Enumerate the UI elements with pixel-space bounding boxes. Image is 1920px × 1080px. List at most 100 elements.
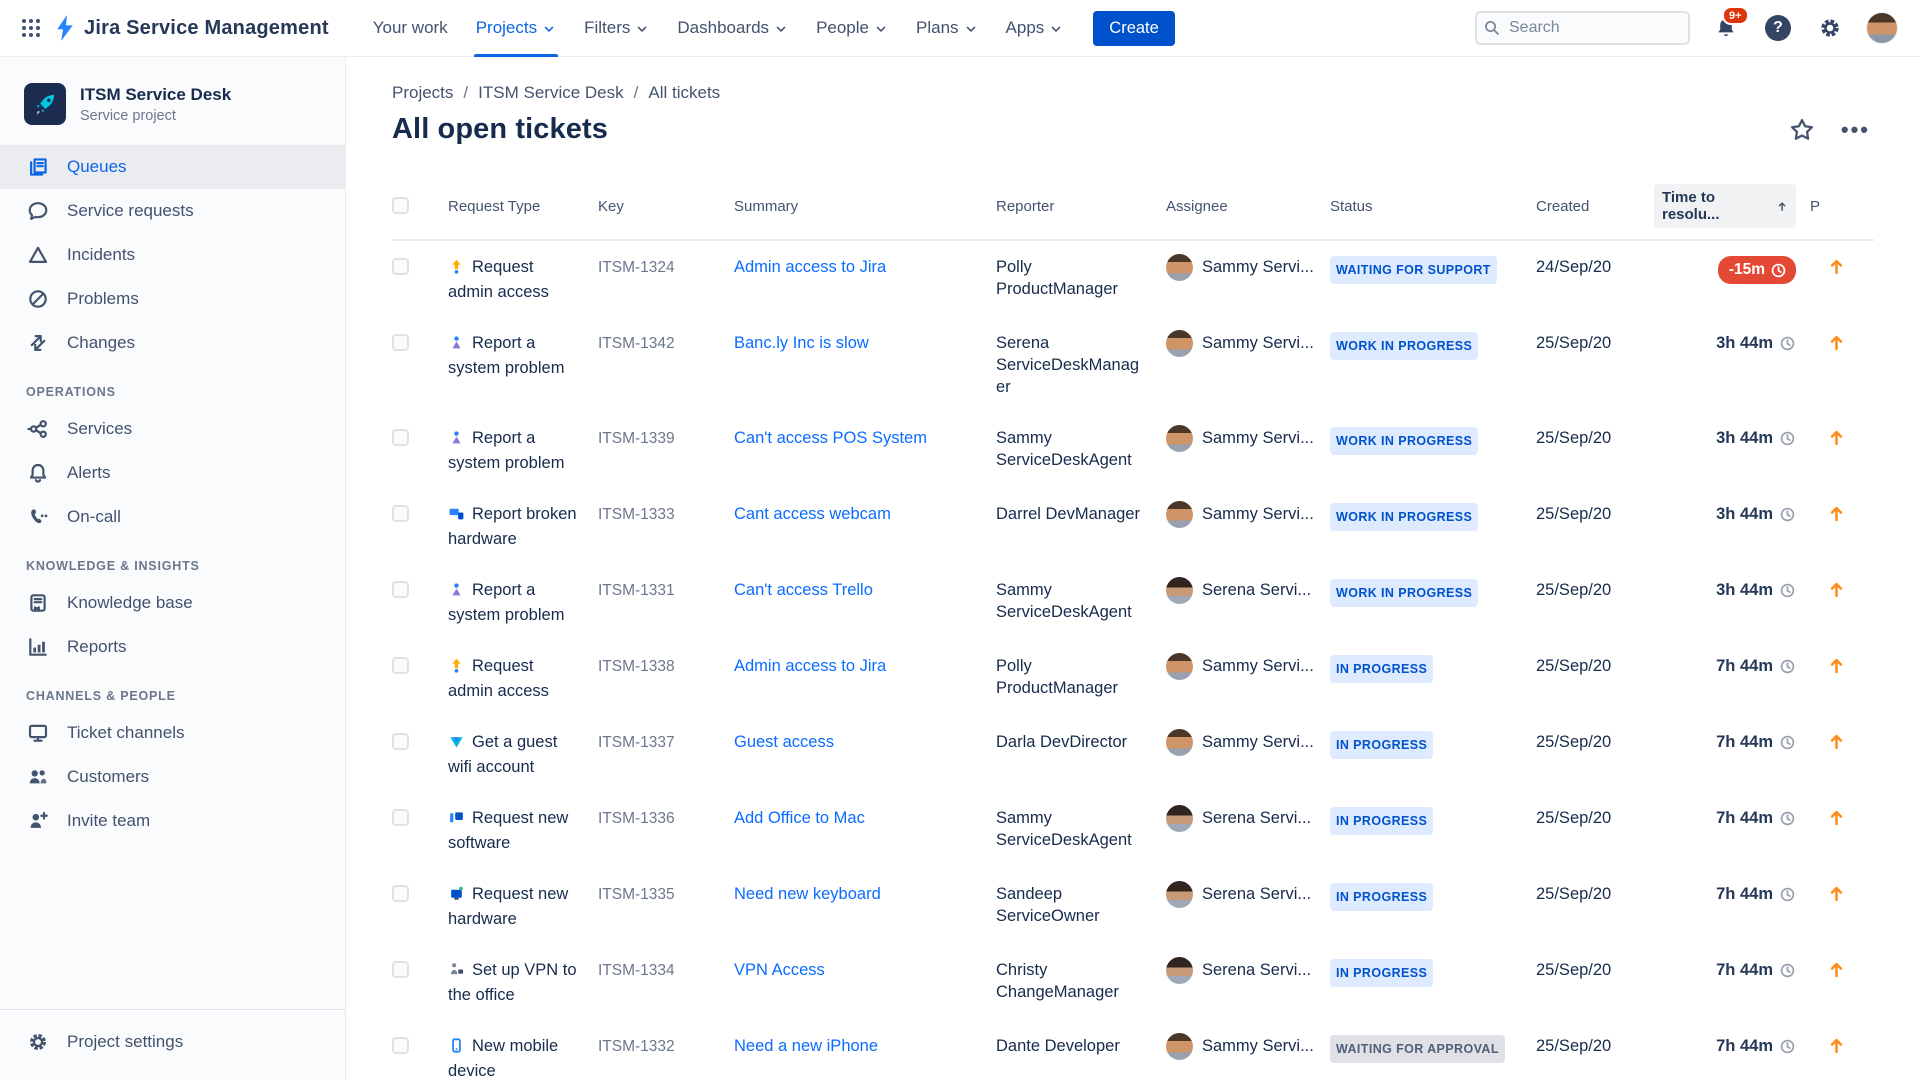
summary-link[interactable]: Need a new iPhone bbox=[734, 1037, 878, 1055]
topnav-item-dashboards[interactable]: Dashboards bbox=[663, 0, 802, 57]
sidebar-item-changes[interactable]: Changes bbox=[0, 321, 345, 365]
row-checkbox[interactable] bbox=[392, 885, 409, 902]
status-badge: WORK IN PROGRESS bbox=[1330, 503, 1479, 531]
row-checkbox[interactable] bbox=[392, 429, 409, 446]
more-actions-icon[interactable]: ••• bbox=[1841, 118, 1870, 140]
sidebar-item-service-requests[interactable]: Service requests bbox=[0, 189, 345, 233]
chevron-down-icon bbox=[876, 26, 886, 32]
summary-link[interactable]: Banc.ly Inc is slow bbox=[734, 334, 869, 352]
created-date: 25/Sep/20 bbox=[1536, 334, 1612, 352]
main-content: Projects / ITSM Service Desk / All ticke… bbox=[346, 57, 1920, 1080]
table-row[interactable]: Report a system problem ITSM-1339 Can't … bbox=[392, 412, 1874, 488]
table-row[interactable]: Report a system problem ITSM-1331 Can't … bbox=[392, 564, 1874, 640]
select-all-checkbox[interactable] bbox=[392, 196, 409, 214]
topnav-item-people[interactable]: People bbox=[802, 0, 902, 57]
search-input[interactable] bbox=[1475, 11, 1690, 45]
project-header[interactable]: ITSM Service Desk Service project bbox=[0, 61, 345, 145]
topnav-item-apps[interactable]: Apps bbox=[992, 0, 1078, 57]
column-header-request-type[interactable]: Request Type bbox=[448, 198, 598, 215]
summary-link[interactable]: Guest access bbox=[734, 733, 834, 751]
breadcrumb-queue[interactable]: All tickets bbox=[648, 83, 720, 103]
breadcrumb-project[interactable]: ITSM Service Desk bbox=[478, 83, 623, 103]
column-header-reporter[interactable]: Reporter bbox=[996, 198, 1166, 215]
topnav-item-plans[interactable]: Plans bbox=[902, 0, 992, 57]
create-button[interactable]: Create bbox=[1093, 10, 1175, 46]
column-header-summary[interactable]: Summary bbox=[734, 198, 996, 215]
summary-link[interactable]: Admin access to Jira bbox=[734, 258, 886, 276]
row-checkbox[interactable] bbox=[392, 657, 409, 674]
table-row[interactable]: Request admin access ITSM-1338 Admin acc… bbox=[392, 640, 1874, 716]
book-icon bbox=[26, 592, 50, 614]
summary-link[interactable]: Need new keyboard bbox=[734, 885, 881, 903]
assignee-name: Sammy Servi... bbox=[1202, 733, 1314, 751]
table-row[interactable]: Get a guest wifi account ITSM-1337 Guest… bbox=[392, 716, 1874, 792]
column-header-p[interactable]: P bbox=[1810, 198, 1862, 215]
row-checkbox[interactable] bbox=[392, 334, 409, 351]
sidebar-item-knowledge-base[interactable]: Knowledge base bbox=[0, 581, 345, 625]
table-row[interactable]: Report broken hardware ITSM-1333 Cant ac… bbox=[392, 488, 1874, 564]
created-date: 25/Sep/20 bbox=[1536, 581, 1612, 599]
product-logo[interactable]: Jira Service Management bbox=[54, 15, 329, 41]
column-header-assignee[interactable]: Assignee bbox=[1166, 198, 1330, 215]
project-sidebar: ITSM Service Desk Service project Queues… bbox=[0, 57, 346, 1080]
assignee-name: Serena Servi... bbox=[1202, 885, 1312, 903]
settings-button[interactable] bbox=[1814, 12, 1846, 44]
row-checkbox[interactable] bbox=[392, 961, 409, 978]
sidebar-item-alerts[interactable]: Alerts bbox=[0, 451, 345, 495]
topnav-item-your-work[interactable]: Your work bbox=[359, 0, 462, 57]
summary-link[interactable]: Cant access webcam bbox=[734, 505, 891, 523]
table-row[interactable]: Request new software ITSM-1336 Add Offic… bbox=[392, 792, 1874, 868]
row-checkbox[interactable] bbox=[392, 258, 409, 275]
breadcrumb-projects[interactable]: Projects bbox=[392, 83, 453, 103]
summary-link[interactable]: Can't access POS System bbox=[734, 429, 927, 447]
issue-key: ITSM-1332 bbox=[598, 1038, 675, 1055]
help-button[interactable]: ? bbox=[1762, 12, 1794, 44]
request-type-label: Report a system problem bbox=[448, 429, 565, 472]
sidebar-item-customers[interactable]: Customers bbox=[0, 755, 345, 799]
table-row[interactable]: Set up VPN to the office ITSM-1334 VPN A… bbox=[392, 944, 1874, 1020]
row-checkbox[interactable] bbox=[392, 1037, 409, 1054]
status-badge: WAITING FOR SUPPORT bbox=[1330, 256, 1497, 284]
sidebar-item-services[interactable]: Services bbox=[0, 407, 345, 451]
app-switcher-icon[interactable] bbox=[18, 15, 44, 41]
assignee-avatar bbox=[1166, 330, 1193, 357]
row-checkbox[interactable] bbox=[392, 733, 409, 750]
sidebar-item-invite-team[interactable]: Invite team bbox=[0, 799, 345, 843]
sidebar-item-problems[interactable]: Problems bbox=[0, 277, 345, 321]
sidebar-item-project-settings[interactable]: Project settings bbox=[0, 1020, 345, 1064]
admin-request-type-icon bbox=[448, 657, 465, 680]
table-row[interactable]: Request admin access ITSM-1324 Admin acc… bbox=[392, 241, 1874, 317]
notifications-button[interactable]: 9+ bbox=[1710, 6, 1749, 44]
request-type-label: Request new hardware bbox=[448, 885, 569, 928]
column-header-status[interactable]: Status bbox=[1330, 198, 1536, 215]
assignee-avatar bbox=[1166, 1033, 1193, 1060]
topnav-item-filters[interactable]: Filters bbox=[570, 0, 663, 57]
time-to-resolution: 3h 44m bbox=[1662, 579, 1810, 601]
row-checkbox[interactable] bbox=[392, 581, 409, 598]
sidebar-item-queues[interactable]: Queues bbox=[0, 145, 345, 189]
sidebar-item-incidents[interactable]: Incidents bbox=[0, 233, 345, 277]
star-icon[interactable] bbox=[1789, 117, 1815, 143]
summary-link[interactable]: VPN Access bbox=[734, 961, 825, 979]
topnav-item-projects[interactable]: Projects bbox=[462, 0, 570, 57]
summary-link[interactable]: Add Office to Mac bbox=[734, 809, 865, 827]
sorted-column-pill[interactable]: Time to resolu... bbox=[1654, 184, 1796, 228]
summary-link[interactable]: Admin access to Jira bbox=[734, 657, 886, 675]
column-header-created[interactable]: Created bbox=[1536, 198, 1662, 215]
table-row[interactable]: Request new hardware ITSM-1335 Need new … bbox=[392, 868, 1874, 944]
sidebar-item-on-call[interactable]: On-call bbox=[0, 495, 345, 539]
summary-link[interactable]: Can't access Trello bbox=[734, 581, 873, 599]
table-row[interactable]: New mobile device ITSM-1332 Need a new i… bbox=[392, 1020, 1874, 1080]
column-header-time-to-resolu[interactable]: Time to resolu... bbox=[1654, 184, 1810, 228]
time-to-resolution: -15m bbox=[1662, 256, 1810, 284]
notification-badge: 9+ bbox=[1722, 6, 1749, 25]
sidebar-item-reports[interactable]: Reports bbox=[0, 625, 345, 669]
overdue-time-pill: -15m bbox=[1717, 256, 1796, 284]
user-avatar[interactable] bbox=[1866, 12, 1898, 44]
column-header-key[interactable]: Key bbox=[598, 198, 734, 215]
row-checkbox[interactable] bbox=[392, 809, 409, 826]
table-row[interactable]: Report a system problem ITSM-1342 Banc.l… bbox=[392, 317, 1874, 412]
sidebar-item-ticket-channels[interactable]: Ticket channels bbox=[0, 711, 345, 755]
row-checkbox[interactable] bbox=[392, 505, 409, 522]
status-badge: WORK IN PROGRESS bbox=[1330, 427, 1479, 455]
